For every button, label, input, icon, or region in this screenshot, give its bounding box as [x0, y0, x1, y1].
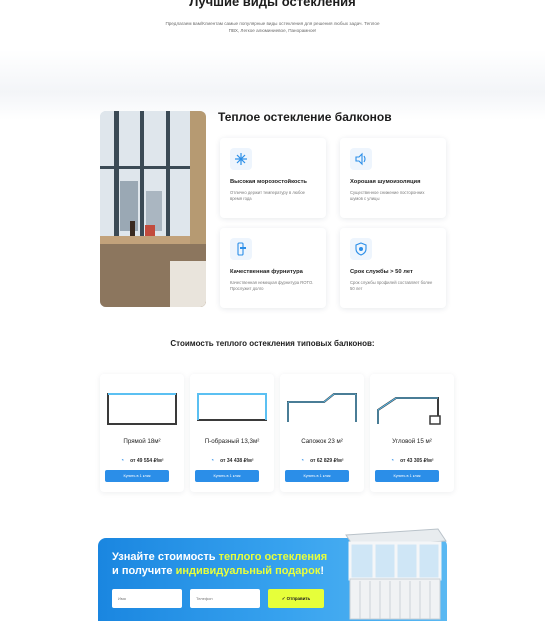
cta-heading-line1: Узнайте стоимость теплого остекления [112, 551, 328, 563]
price-icon: ◔ [120, 458, 125, 464]
price-name: П-образный 13,3м² [204, 438, 260, 445]
feature-desc: Срок службы профилей составляет более 50… [350, 280, 433, 291]
feature-card: Высокая морозостойкость Отлично держит т… [220, 138, 326, 218]
feature-desc: Качественная немецкая фурнитура ROTO. Пр… [230, 280, 314, 291]
buy-button[interactable]: Купить в 1 клик [375, 470, 439, 482]
price-value: ◔ от 34 438 ₽/м² [210, 458, 254, 464]
page-subtitle: Предлагаем вам/Клиентам самые популярные… [165, 21, 380, 33]
balcony-render-image [345, 528, 447, 620]
balcony-photo [100, 111, 206, 307]
snowflake-icon [230, 148, 252, 170]
price-name: Угловой 15 м² [392, 438, 432, 445]
feature-desc: Существенное снижение посторонних шумов … [350, 190, 425, 201]
handle-icon [230, 238, 252, 260]
shield-icon [350, 238, 372, 260]
price-card-u: П-образный 13,3м² ◔ от 34 438 ₽/м² Купить… [190, 374, 274, 492]
feature-desc: Отлично держит температуру в любое время… [230, 190, 305, 201]
feature-title: Срок службы > 50 лет [350, 269, 413, 275]
feature-card: Хорошая шумоизоляция Существенное снижен… [340, 138, 446, 218]
feature-card: Срок службы > 50 лет Срок службы профиле… [340, 228, 446, 308]
price-card-straight: Прямой 18м² ◔ от 49 554 ₽/м² Купить в 1 к… [100, 374, 184, 492]
price-icon: ◔ [300, 458, 305, 464]
price-name: Сапожок 23 м² [301, 438, 343, 445]
page-title: Лучшие виды остекления [189, 0, 356, 9]
balcony-shape-boot [287, 393, 357, 422]
price-value: ◔ от 43 305 ₽/м² [390, 458, 434, 464]
pricing-title: Стоимость теплого остекления типовых бал… [170, 339, 375, 348]
send-button[interactable]: ✓ Отправить [268, 589, 324, 608]
phone-field[interactable] [190, 589, 260, 608]
feature-card: Качественная фурнитура Качественная неме… [220, 228, 326, 308]
price-value: ◔ от 62 829 ₽/м² [300, 458, 344, 464]
price-name: Прямой 18м² [123, 438, 161, 445]
price-icon: ◔ [390, 458, 395, 464]
price-card-corner: Угловой 15 м² ◔ от 43 305 ₽/м² Купить в 1… [370, 374, 454, 492]
balcony-shape-straight [107, 393, 177, 425]
name-field[interactable] [112, 589, 182, 608]
balcony-shape-corner [377, 397, 441, 425]
feature-title: Высокая морозостойкость [230, 179, 307, 185]
cta-heading-line2: и получите индивидуальный подарок! [112, 565, 325, 577]
feature-title: Хорошая шумоизоляция [350, 179, 421, 185]
price-value: ◔ от 49 554 ₽/м² [120, 458, 164, 464]
balcony-shape-u [197, 393, 267, 421]
price-card-boot: Сапожок 23 м² ◔ от 62 829 ₽/м² Купить в 1… [280, 374, 364, 492]
feature-title: Качественная фурнитура [230, 269, 303, 275]
sound-icon [350, 148, 372, 170]
buy-button[interactable]: Купить в 1 клик [195, 470, 259, 482]
price-icon: ◔ [210, 458, 215, 464]
buy-button[interactable]: Купить в 1 клик [285, 470, 349, 482]
buy-button[interactable]: Купить в 1 клик [105, 470, 169, 482]
section-title-warm: Теплое остекление балконов [218, 110, 392, 124]
